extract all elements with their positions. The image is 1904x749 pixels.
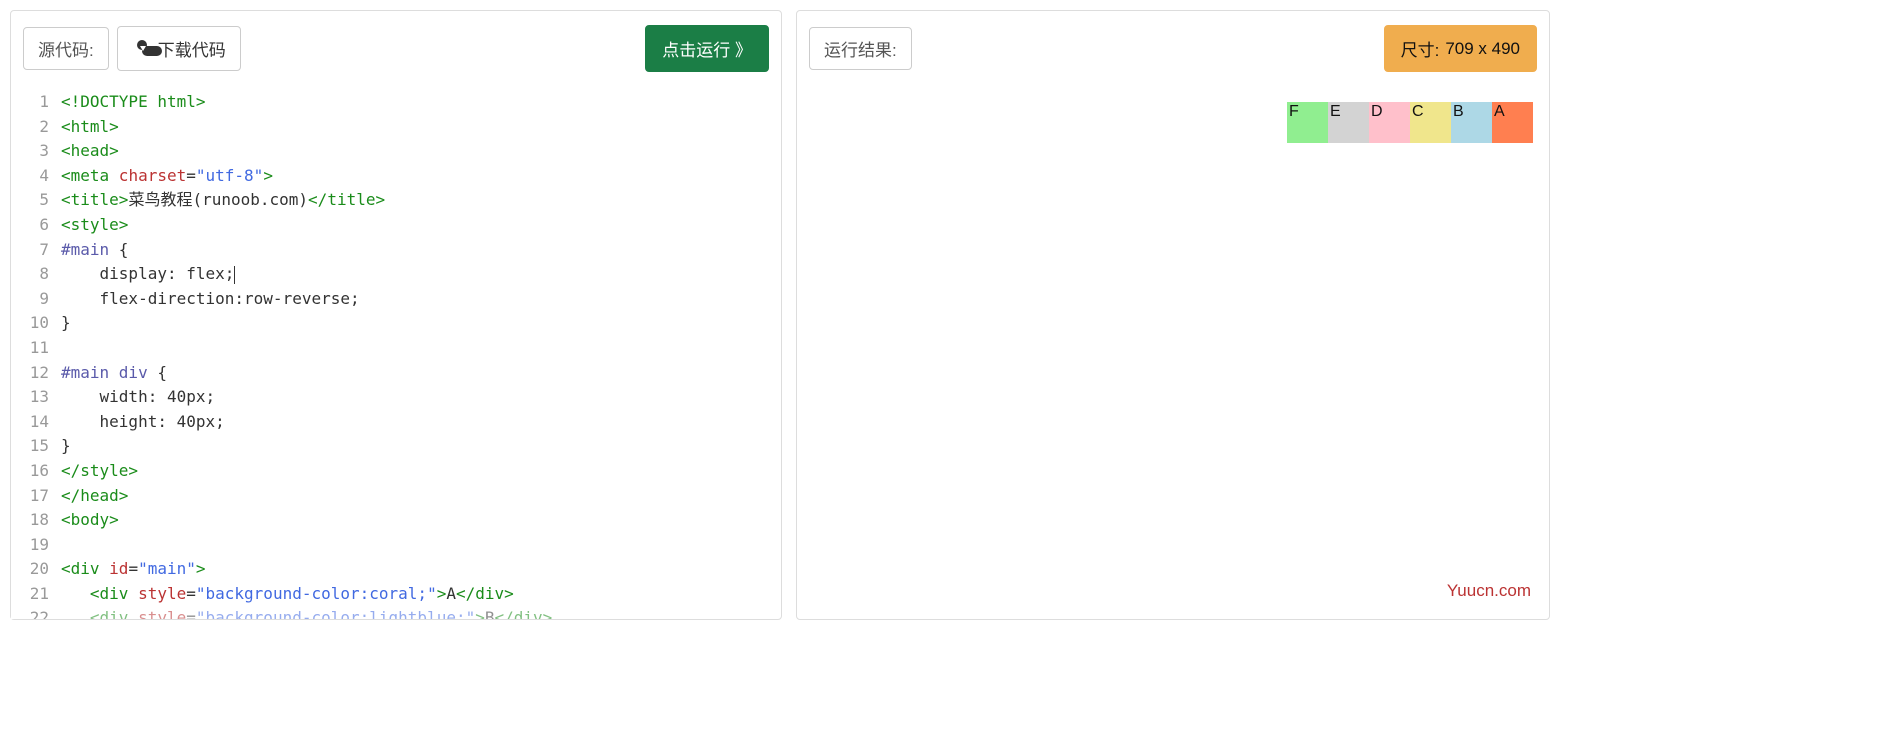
code-line: <html> (61, 115, 775, 140)
preview-box: F (1287, 102, 1328, 143)
code-line: <head> (61, 139, 775, 164)
code-editor[interactable]: 1 2 3 4 5 6 7 8 9 10 11 12 13 14 15 16 1… (11, 86, 781, 619)
source-toolbar: 源代码: 下载代码 点击运行 》 (11, 11, 781, 86)
flex-preview: ABCDEF (813, 102, 1533, 143)
preview-box: D (1369, 102, 1410, 143)
line-gutter: 1 2 3 4 5 6 7 8 9 10 11 12 13 14 15 16 1… (11, 86, 55, 619)
code-line: #main { (61, 238, 775, 263)
result-panel: 运行结果: 尺寸: 709 x 490 ABCDEF Yuucn.com (796, 10, 1550, 620)
source-panel: 源代码: 下载代码 点击运行 》 1 2 3 4 5 6 7 8 9 10 11… (10, 10, 782, 620)
result-toolbar: 运行结果: 尺寸: 709 x 490 (797, 11, 1549, 86)
code-content[interactable]: <!DOCTYPE html><html><head><meta charset… (55, 86, 781, 619)
cloud-download-icon (132, 42, 152, 56)
download-button-label: 下载代码 (158, 36, 226, 61)
watermark: Yuucn.com (1447, 581, 1531, 601)
result-label: 运行结果: (809, 27, 912, 70)
code-line: <meta charset="utf-8"> (61, 164, 775, 189)
code-line: flex-direction:row-reverse; (61, 287, 775, 312)
preview-box: A (1492, 102, 1533, 143)
code-line (61, 336, 775, 361)
code-line: <!DOCTYPE html> (61, 90, 775, 115)
code-line: width: 40px; (61, 385, 775, 410)
code-line: </head> (61, 484, 775, 509)
code-line: <div style="background-color:lightblue;"… (61, 606, 775, 619)
size-button[interactable]: 尺寸: 709 x 490 (1384, 25, 1537, 72)
code-line: display: flex; (61, 262, 775, 287)
code-line (61, 533, 775, 558)
code-line: </style> (61, 459, 775, 484)
code-line: <body> (61, 508, 775, 533)
size-prefix: 尺寸: (1401, 36, 1440, 61)
result-body: ABCDEF Yuucn.com (797, 86, 1549, 619)
code-line: <div style="background-color:coral;">A</… (61, 582, 775, 607)
download-button[interactable]: 下载代码 (117, 26, 241, 71)
preview-box: B (1451, 102, 1492, 143)
preview-box: E (1328, 102, 1369, 143)
source-label: 源代码: (23, 27, 109, 70)
code-line: #main div { (61, 361, 775, 386)
code-line: <style> (61, 213, 775, 238)
code-line: } (61, 311, 775, 336)
size-value: 709 x 490 (1445, 39, 1520, 59)
code-line: } (61, 434, 775, 459)
preview-box: C (1410, 102, 1451, 143)
code-line: <div id="main"> (61, 557, 775, 582)
main-container: 源代码: 下载代码 点击运行 》 1 2 3 4 5 6 7 8 9 10 11… (10, 10, 1894, 620)
run-button[interactable]: 点击运行 》 (645, 25, 769, 72)
code-line: <title>菜鸟教程(runoob.com)</title> (61, 188, 775, 213)
run-button-label: 点击运行 》 (662, 36, 752, 61)
code-line: height: 40px; (61, 410, 775, 435)
